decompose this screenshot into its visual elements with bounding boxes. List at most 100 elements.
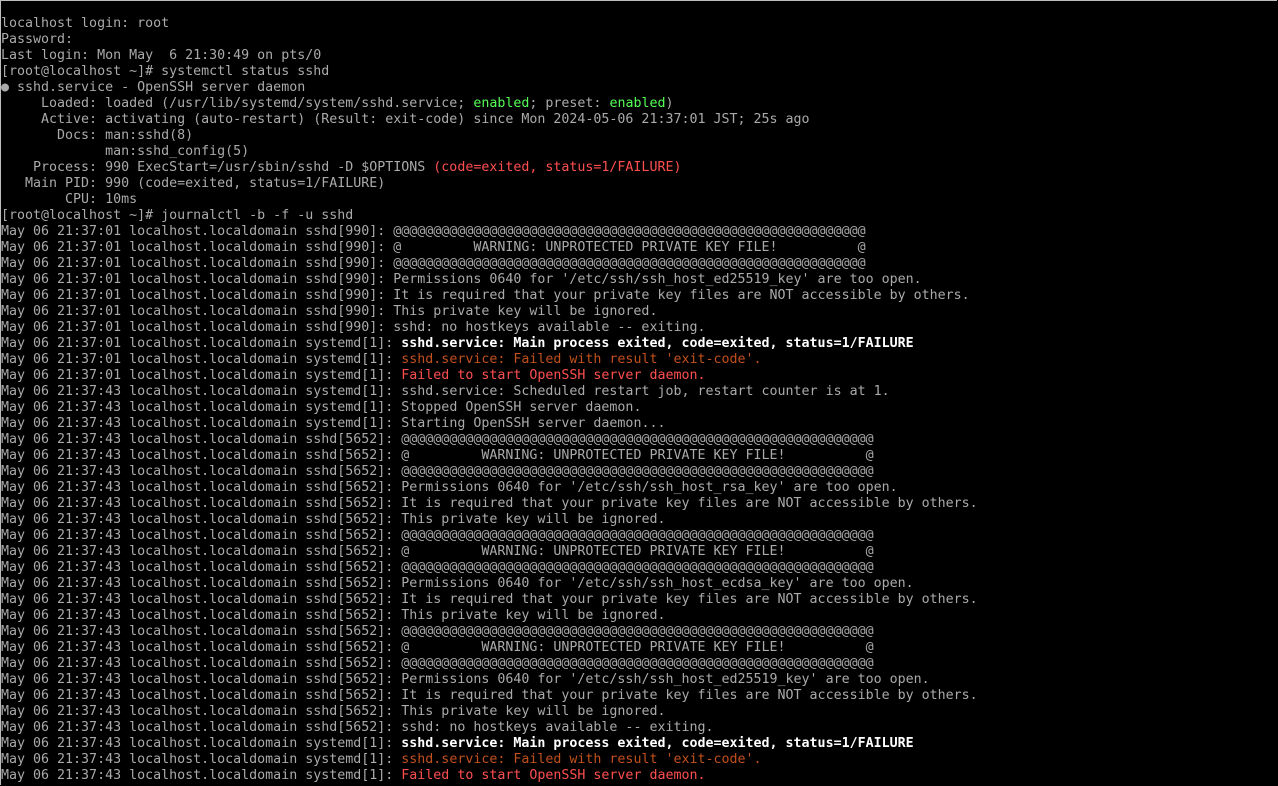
terminal-text-gray: [root@localhost ~]# systemctl status ssh… [1, 64, 330, 79]
terminal-text-gray: @@@@@@@@@@@@@@@@@@@@@@@@@@@@@@@@@@@@@@@@… [401, 656, 874, 671]
terminal-text-gray: May 06 21:37:43 localhost.localdomain ss… [1, 608, 402, 623]
terminal-text-red: Failed to start OpenSSH server daemon. [401, 768, 706, 783]
terminal-text-gray: It is required that your private key fil… [401, 688, 978, 703]
terminal-text-gray: May 06 21:37:01 localhost.localdomain ss… [1, 224, 394, 239]
terminal-line: May 06 21:37:43 localhost.localdomain ss… [1, 448, 1277, 464]
terminal-text-gray: Stopped OpenSSH server daemon. [401, 400, 642, 415]
terminal-line: May 06 21:37:43 localhost.localdomain ss… [1, 432, 1277, 448]
terminal-text-gray: ● sshd.service - OpenSSH server daemon [1, 80, 306, 95]
terminal-line: [root@localhost ~]# journalctl -b -f -u … [1, 208, 1277, 224]
terminal-line: Docs: man:sshd(8) [1, 128, 1277, 144]
terminal-line: Last login: Mon May 6 21:30:49 on pts/0 [1, 48, 1277, 64]
terminal-text-gray: @@@@@@@@@@@@@@@@@@@@@@@@@@@@@@@@@@@@@@@@… [401, 464, 874, 479]
terminal-console[interactable]: localhost login: root Password: Last login… [0, 0, 1277, 785]
terminal-line: Password: [1, 32, 1277, 48]
terminal-text-gray: May 06 21:37:43 localhost.localdomain sy… [1, 400, 402, 415]
terminal-line: May 06 21:37:43 localhost.localdomain ss… [1, 704, 1277, 720]
terminal-text-gray: May 06 21:37:43 localhost.localdomain ss… [1, 576, 402, 591]
terminal-text-red: (code=exited, status=1/FAILURE) [433, 160, 682, 175]
terminal-line: May 06 21:37:43 localhost.localdomain ss… [1, 640, 1277, 656]
terminal-line: May 06 21:37:43 localhost.localdomain ss… [1, 688, 1277, 704]
terminal-text-green: enabled [473, 96, 530, 111]
terminal-text-gray: sshd: no hostkeys available -- exiting. [401, 720, 714, 735]
terminal-text-gray: It is required that your private key fil… [401, 496, 978, 511]
terminal-text-gray: sshd: no hostkeys available -- exiting. [393, 320, 706, 335]
terminal-line: May 06 21:37:01 localhost.localdomain ss… [1, 256, 1277, 272]
terminal-text-gray: @ WARNING: UNPROTECTED PRIVATE KEY FILE!… [401, 640, 874, 655]
terminal-text-gray: @@@@@@@@@@@@@@@@@@@@@@@@@@@@@@@@@@@@@@@@… [401, 528, 874, 543]
terminal-text-gray: @@@@@@@@@@@@@@@@@@@@@@@@@@@@@@@@@@@@@@@@… [401, 560, 874, 575]
terminal-text-gray: May 06 21:37:43 localhost.localdomain ss… [1, 448, 402, 463]
terminal-line: [root@localhost ~]# systemctl status ssh… [1, 64, 1277, 80]
terminal-line: man:sshd_config(5) [1, 144, 1277, 160]
terminal-text-gray: May 06 21:37:01 localhost.localdomain sy… [1, 368, 402, 383]
terminal-text-gray: Process: 990 ExecStart=/usr/sbin/sshd -D… [1, 160, 434, 175]
terminal-line: May 06 21:37:01 localhost.localdomain ss… [1, 320, 1277, 336]
terminal-line: May 06 21:37:01 localhost.localdomain ss… [1, 240, 1277, 256]
terminal-text-gray: Password: [1, 32, 74, 47]
terminal-text-gray: May 06 21:37:01 localhost.localdomain sy… [1, 336, 402, 351]
terminal-text-gray: May 06 21:37:43 localhost.localdomain ss… [1, 640, 402, 655]
terminal-text-gray: Active: activating (auto-restart) (Resul… [1, 112, 810, 127]
terminal-text-gray: This private key will be ignored. [393, 304, 658, 319]
terminal-text-gray: Main PID: 990 (code=exited, status=1/FAI… [1, 176, 386, 191]
terminal-text-gray: @ WARNING: UNPROTECTED PRIVATE KEY FILE!… [401, 448, 874, 463]
terminal-text-gray: May 06 21:37:01 localhost.localdomain ss… [1, 272, 394, 287]
terminal-line: localhost login: root [1, 16, 1277, 32]
terminal-text-gray: @@@@@@@@@@@@@@@@@@@@@@@@@@@@@@@@@@@@@@@@… [401, 432, 874, 447]
terminal-line: May 06 21:37:01 localhost.localdomain ss… [1, 304, 1277, 320]
terminal-text-red: Failed to start OpenSSH server daemon. [401, 368, 706, 383]
terminal-text-gray: May 06 21:37:43 localhost.localdomain ss… [1, 592, 402, 607]
terminal-text-gray: sshd.service: Scheduled restart job, res… [401, 384, 890, 399]
terminal-text-gray: May 06 21:37:01 localhost.localdomain ss… [1, 240, 394, 255]
terminal-line: May 06 21:37:43 localhost.localdomain sy… [1, 416, 1277, 432]
terminal-text-gray: May 06 21:37:43 localhost.localdomain ss… [1, 464, 402, 479]
terminal-text-gray: Docs: man:sshd(8) [1, 128, 194, 143]
terminal-line: May 06 21:37:01 localhost.localdomain ss… [1, 224, 1277, 240]
terminal-text-gray: May 06 21:37:43 localhost.localdomain ss… [1, 528, 402, 543]
terminal-text-gray: May 06 21:37:43 localhost.localdomain ss… [1, 560, 402, 575]
terminal-text-gray: May 06 21:37:43 localhost.localdomain ss… [1, 544, 402, 559]
terminal-text-gray: Permissions 0640 for '/etc/ssh/ssh_host_… [401, 672, 930, 687]
terminal-line: May 06 21:37:43 localhost.localdomain ss… [1, 656, 1277, 672]
terminal-text-gray: May 06 21:37:43 localhost.localdomain ss… [1, 496, 402, 511]
terminal-line: May 06 21:37:43 localhost.localdomain sy… [1, 400, 1277, 416]
terminal-text-gray: ; preset: [529, 96, 610, 111]
terminal-text-gray: May 06 21:37:43 localhost.localdomain ss… [1, 480, 402, 495]
terminal-text-gray: May 06 21:37:01 localhost.localdomain sy… [1, 352, 402, 367]
terminal-line: May 06 21:37:01 localhost.localdomain ss… [1, 272, 1277, 288]
terminal-text-gray: May 06 21:37:01 localhost.localdomain ss… [1, 288, 394, 303]
terminal-text-gray: May 06 21:37:43 localhost.localdomain sy… [1, 736, 402, 751]
terminal-text-gray: @ WARNING: UNPROTECTED PRIVATE KEY FILE!… [393, 240, 866, 255]
terminal-text-gray: May 06 21:37:01 localhost.localdomain ss… [1, 320, 394, 335]
terminal-text-gray: May 06 21:37:43 localhost.localdomain ss… [1, 432, 402, 447]
terminal-line: Process: 990 ExecStart=/usr/sbin/sshd -D… [1, 160, 1277, 176]
terminal-text-gray: Permissions 0640 for '/etc/ssh/ssh_host_… [401, 480, 898, 495]
terminal-text-gray: May 06 21:37:43 localhost.localdomain ss… [1, 672, 402, 687]
terminal-line: May 06 21:37:43 localhost.localdomain sy… [1, 752, 1277, 768]
terminal-line: May 06 21:37:43 localhost.localdomain ss… [1, 608, 1277, 624]
terminal-line: May 06 21:37:43 localhost.localdomain ss… [1, 480, 1277, 496]
terminal-text-gray: May 06 21:37:01 localhost.localdomain ss… [1, 256, 394, 271]
terminal-line: May 06 21:37:01 localhost.localdomain sy… [1, 352, 1277, 368]
terminal-text-gray: @@@@@@@@@@@@@@@@@@@@@@@@@@@@@@@@@@@@@@@@… [401, 624, 874, 639]
terminal-text-green: enabled [609, 96, 666, 111]
terminal-text-gray: CPU: 10ms [1, 192, 138, 207]
terminal-line: May 06 21:37:43 localhost.localdomain sy… [1, 384, 1277, 400]
terminal-text-gray: This private key will be ignored. [401, 512, 666, 527]
terminal-text-gray: Permissions 0640 for '/etc/ssh/ssh_host_… [401, 576, 914, 591]
terminal-text-gray: May 06 21:37:43 localhost.localdomain sy… [1, 384, 402, 399]
terminal-text-gray: Loaded: loaded (/usr/lib/systemd/system/… [1, 96, 474, 111]
terminal-text-gray: @@@@@@@@@@@@@@@@@@@@@@@@@@@@@@@@@@@@@@@@… [393, 224, 866, 239]
terminal-text-white: sshd.service: Main process exited, code=… [401, 336, 914, 351]
terminal-text-gray: @@@@@@@@@@@@@@@@@@@@@@@@@@@@@@@@@@@@@@@@… [393, 256, 866, 271]
terminal-text-gray: May 06 21:37:43 localhost.localdomain sy… [1, 752, 402, 767]
terminal-line: May 06 21:37:43 localhost.localdomain ss… [1, 672, 1277, 688]
terminal-text-gray: May 06 21:37:43 localhost.localdomain ss… [1, 512, 402, 527]
terminal-line: May 06 21:37:43 localhost.localdomain ss… [1, 544, 1277, 560]
terminal-text-gray: ) [665, 96, 674, 111]
terminal-text-gray: May 06 21:37:43 localhost.localdomain ss… [1, 624, 402, 639]
terminal-line: May 06 21:37:43 localhost.localdomain ss… [1, 560, 1277, 576]
terminal-line: May 06 21:37:01 localhost.localdomain sy… [1, 336, 1277, 352]
terminal-line: May 06 21:37:43 localhost.localdomain ss… [1, 464, 1277, 480]
